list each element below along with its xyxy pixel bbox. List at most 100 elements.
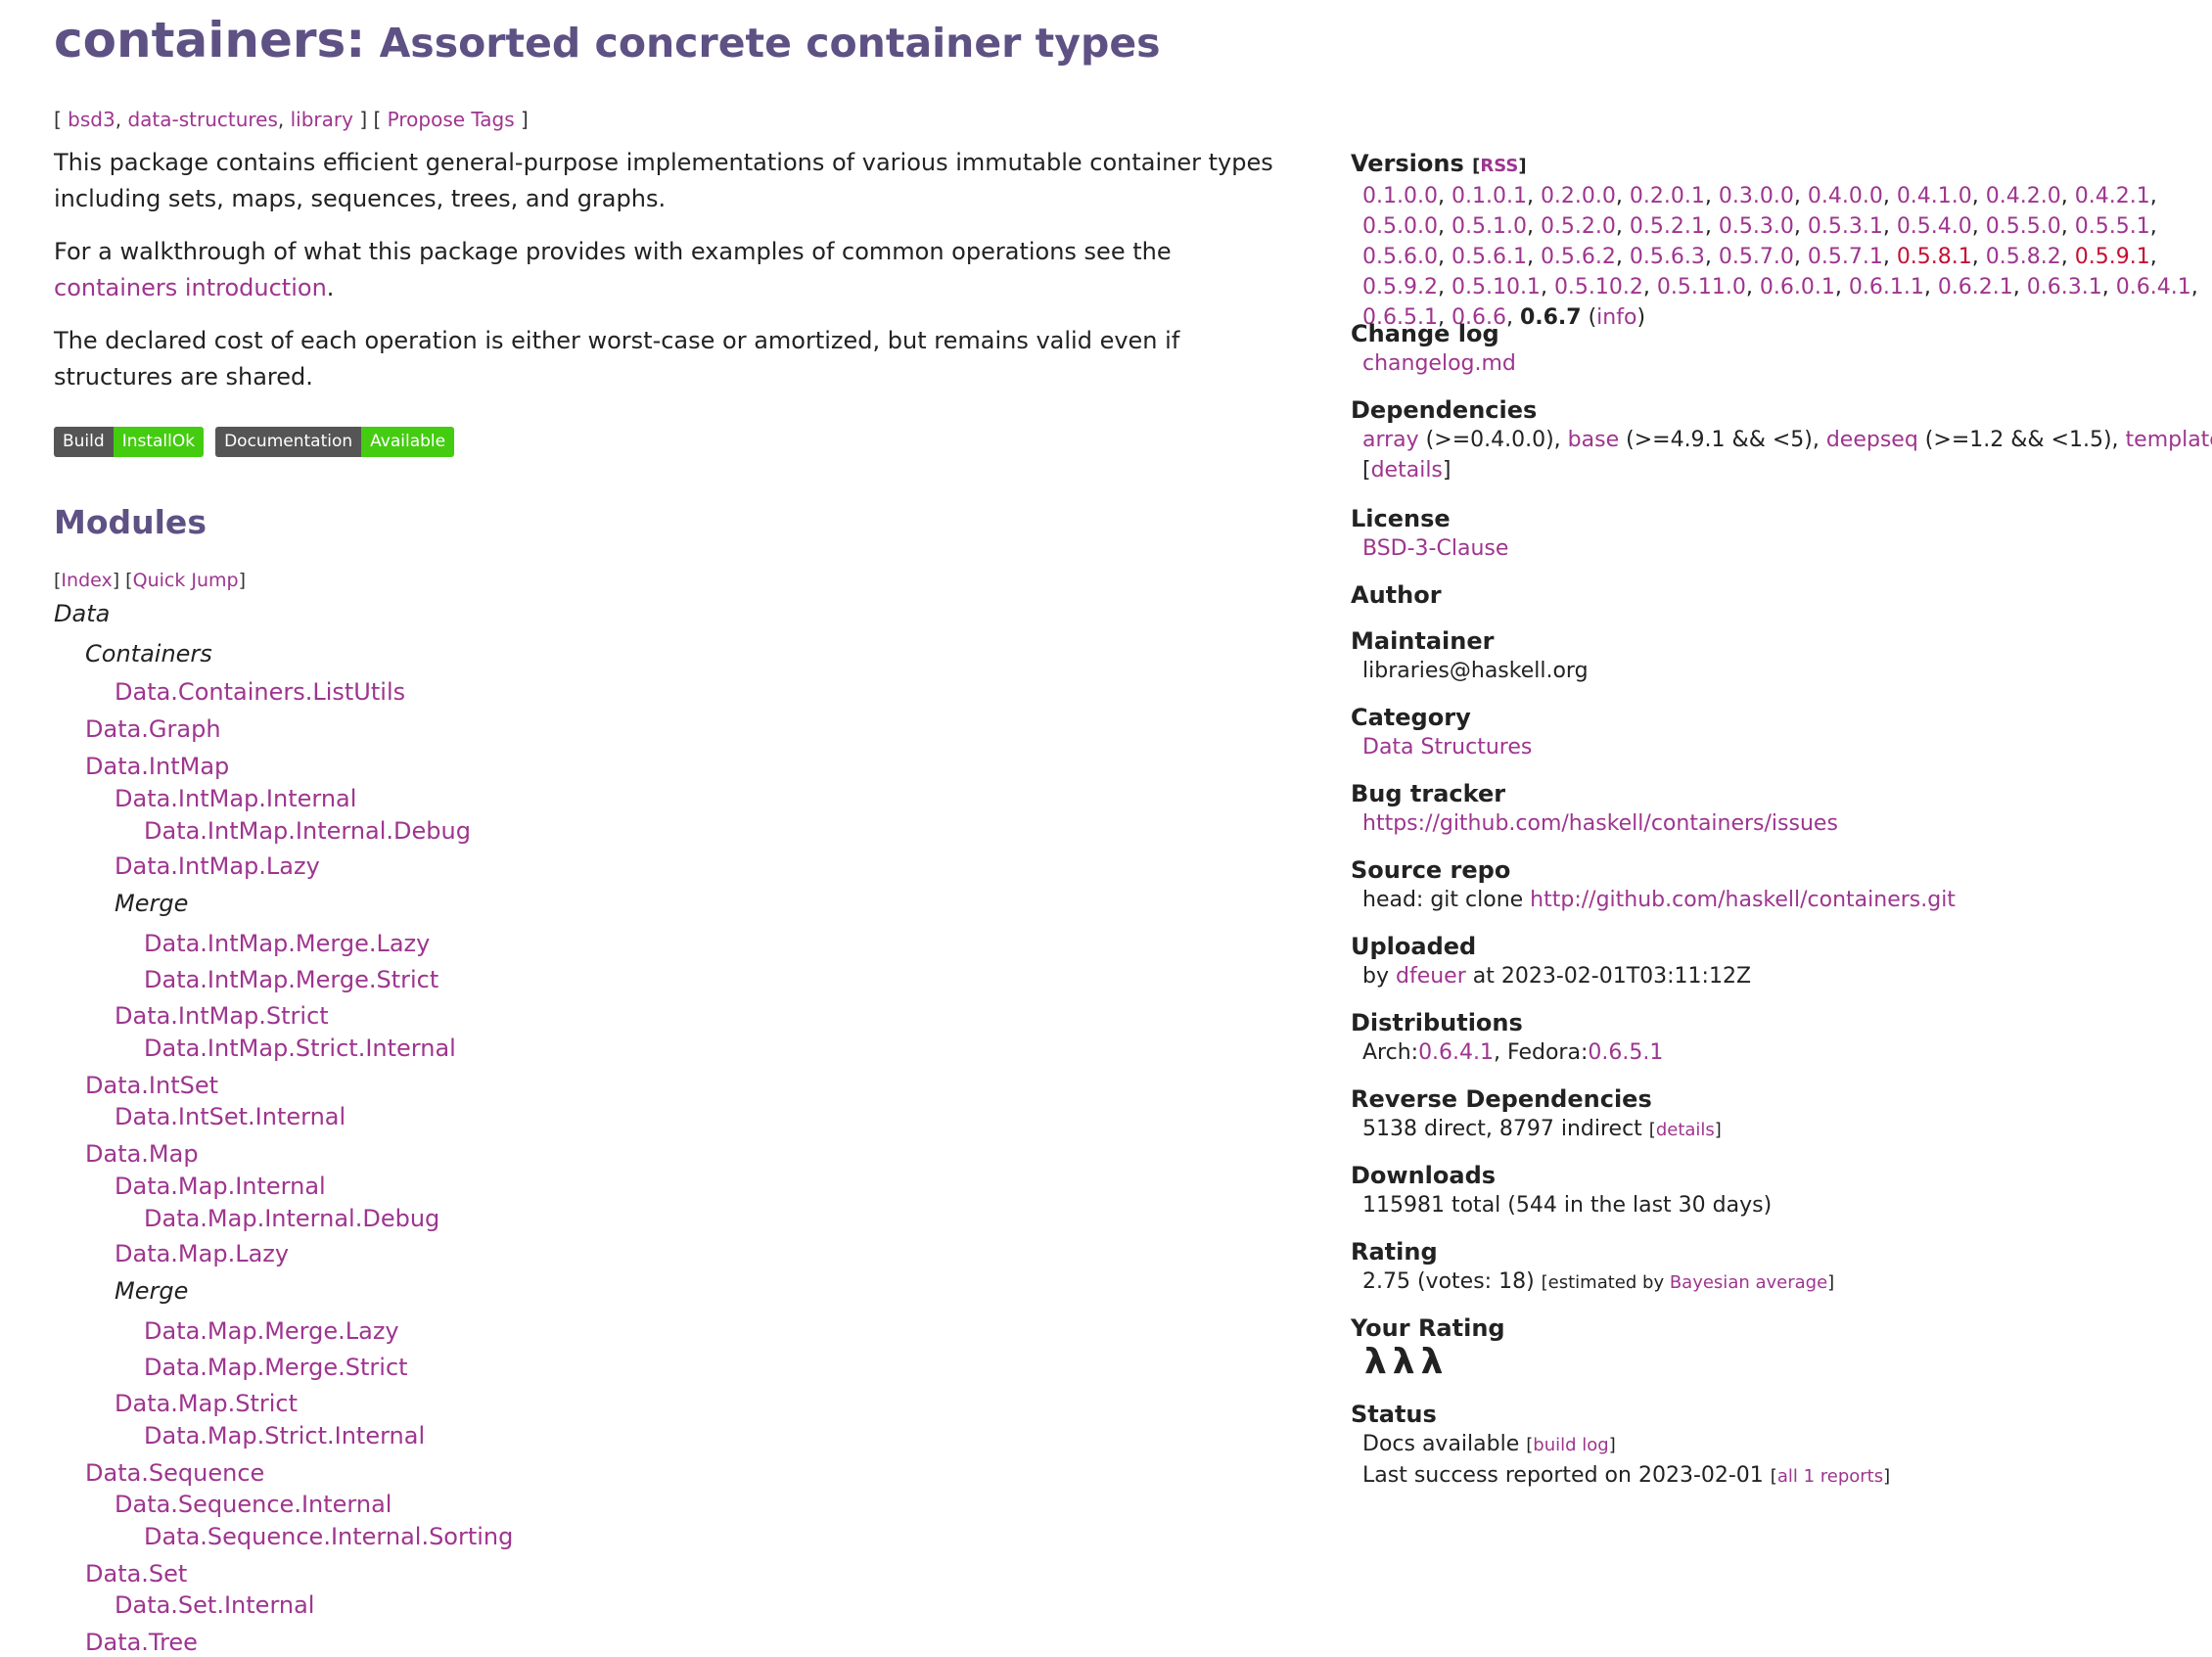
version-link[interactable]: 0.4.2.0 [1986,184,2061,208]
module-link[interactable]: Data.IntSet [85,1071,218,1100]
version-link[interactable]: 0.5.2.0 [1541,214,1616,239]
version-link[interactable]: 0.1.0.0 [1362,184,1438,208]
version-link[interactable]: 0.5.9.2 [1362,275,1438,299]
version-link[interactable]: 0.6.2.1 [1938,275,2013,299]
status-section: Status Docs available [build log] Last s… [1351,1401,1891,1488]
version-link[interactable]: 0.5.5.0 [1986,214,2061,239]
version-link[interactable]: 0.4.0.0 [1808,184,1883,208]
version-link[interactable]: 0.5.1.0 [1452,214,1527,239]
version-link[interactable]: 0.4.2.1 [2075,184,2150,208]
tag-library[interactable]: library [291,108,353,131]
bugtracker-link[interactable]: https://github.com/haskell/containers/is… [1362,811,1838,836]
propose-tags-link[interactable]: Propose Tags [388,108,515,131]
version-link[interactable]: 0.5.4.0 [1897,214,1972,239]
version-link[interactable]: 0.6.4.1 [2116,275,2191,299]
module-link[interactable]: Data.Map.Strict [115,1389,298,1418]
version-link[interactable]: 0.2.0.0 [1541,184,1616,208]
version-link[interactable]: 0.5.7.1 [1808,245,1883,269]
source-repo-link[interactable]: http://github.com/haskell/containers.git [1530,888,1956,912]
version-link[interactable]: 0.6.0.1 [1760,275,1835,299]
version-link[interactable]: 0.5.7.0 [1719,245,1794,269]
version-link[interactable]: 0.5.6.2 [1541,245,1616,269]
module-link[interactable]: Data.Tree [85,1628,198,1657]
version-link[interactable]: 0.5.0.0 [1362,214,1438,239]
build-badge-label: Build [54,427,114,457]
index-link[interactable]: Index [61,570,112,591]
documentation-badge[interactable]: Documentation Available [215,427,455,457]
tag-data-structures[interactable]: data-structures [127,108,277,131]
module-link[interactable]: Data.IntMap [85,752,229,781]
version-link[interactable]: 0.6.7 [1520,305,1582,330]
build-log-link[interactable]: build log [1533,1435,1608,1455]
version-info-link[interactable]: info [1596,305,1636,330]
version-link[interactable]: 0.5.2.1 [1630,214,1705,239]
module-link[interactable]: Data.Graph [85,714,221,744]
module-link[interactable]: Data.Map.Lazy [115,1239,289,1268]
bayesian-average-link[interactable]: Bayesian average [1670,1272,1827,1293]
module-link[interactable]: Data.IntMap.Strict.Internal [144,1034,456,1063]
build-badge[interactable]: Build InstallOk [54,427,205,457]
version-link[interactable]: 0.6.1.1 [1849,275,1924,299]
dependency-deepseq[interactable]: deepseq [1826,428,1918,452]
downloads-label: Downloads [1351,1162,1497,1189]
module-link[interactable]: Data.IntMap.Internal.Debug [144,816,471,846]
module-link[interactable]: Data.Map.Merge.Lazy [144,1316,399,1346]
dependency-array[interactable]: array [1362,428,1419,452]
fedora-version-link[interactable]: 0.6.5.1 [1588,1040,1663,1065]
dependencies-details-link[interactable]: details [1371,458,1443,483]
version-link[interactable]: 0.5.10.1 [1452,275,1541,299]
arch-version-link[interactable]: 0.6.4.1 [1418,1040,1494,1065]
module-link[interactable]: Data.Set.Internal [115,1590,314,1620]
uploader-link[interactable]: dfeuer [1396,964,1466,989]
version-link[interactable]: 0.5.11.0 [1657,275,1746,299]
version-link[interactable]: 0.2.0.1 [1630,184,1705,208]
author-section: Author [1351,580,1442,610]
module-link[interactable]: Data.Map.Merge.Strict [144,1353,408,1382]
module-link[interactable]: Data.IntSet.Internal [115,1102,346,1131]
version-link[interactable]: 0.6.3.1 [2027,275,2102,299]
containers-introduction-link[interactable]: containers introduction [54,274,327,301]
version-link[interactable]: 0.5.3.0 [1719,214,1794,239]
version-link[interactable]: 0.3.0.0 [1719,184,1794,208]
module-link[interactable]: Data.Containers.ListUtils [115,677,405,707]
module-link[interactable]: Data.IntMap.Merge.Lazy [144,929,430,958]
dependency-base[interactable]: base [1568,428,1619,452]
version-link[interactable]: 0.5.3.1 [1808,214,1883,239]
module-link[interactable]: Data.Map.Internal [115,1172,326,1201]
lambda-rating-icons[interactable]: λλλ [1351,1343,1505,1382]
tag-bsd3[interactable]: bsd3 [68,108,115,131]
version-link[interactable]: 0.4.1.0 [1897,184,1972,208]
module-link[interactable]: Data.Map.Internal.Debug [144,1204,439,1233]
changelog-link[interactable]: changelog.md [1362,351,1516,376]
module-link[interactable]: Data.Map [85,1139,199,1169]
last-success: Last success reported on 2023-02-01 [1362,1463,1771,1488]
module-link[interactable]: Data.Sequence [85,1458,264,1488]
dependency-template-haskell[interactable]: template-haskell [2126,428,2212,452]
version-link[interactable]: 0.5.9.1 [2075,245,2150,269]
all-reports-link[interactable]: all 1 reports [1777,1466,1883,1487]
module-link[interactable]: Data.Set [85,1559,187,1588]
version-link[interactable]: 0.5.10.2 [1554,275,1643,299]
version-link[interactable]: 0.5.8.1 [1897,245,1972,269]
module-category: Data [54,600,111,627]
version-link[interactable]: 0.1.0.1 [1452,184,1527,208]
version-link[interactable]: 0.5.6.3 [1630,245,1705,269]
version-link[interactable]: 0.5.5.1 [2075,214,2150,239]
version-link[interactable]: 0.5.8.2 [1986,245,2061,269]
module-link[interactable]: Data.Map.Strict.Internal [144,1421,425,1450]
module-link[interactable]: Data.IntMap.Lazy [115,852,320,881]
module-link[interactable]: Data.Sequence.Internal [115,1490,392,1519]
rss-link[interactable]: RSS [1480,156,1518,176]
version-link[interactable]: 0.5.6.0 [1362,245,1438,269]
module-link[interactable]: Data.IntMap.Internal [115,784,356,813]
changelog-section: Change log changelog.md [1351,319,1516,379]
license-link[interactable]: BSD-3-Clause [1362,536,1508,561]
module-link[interactable]: Data.Sequence.Internal.Sorting [144,1522,513,1551]
build-badge-value: InstallOk [113,427,205,457]
quick-jump-link[interactable]: Quick Jump [133,570,239,591]
category-link[interactable]: Data Structures [1362,735,1532,759]
module-link[interactable]: Data.IntMap.Merge.Strict [144,965,438,994]
version-link[interactable]: 0.5.6.1 [1452,245,1527,269]
module-link[interactable]: Data.IntMap.Strict [115,1001,329,1031]
reverse-dependencies-details-link[interactable]: details [1656,1120,1715,1140]
